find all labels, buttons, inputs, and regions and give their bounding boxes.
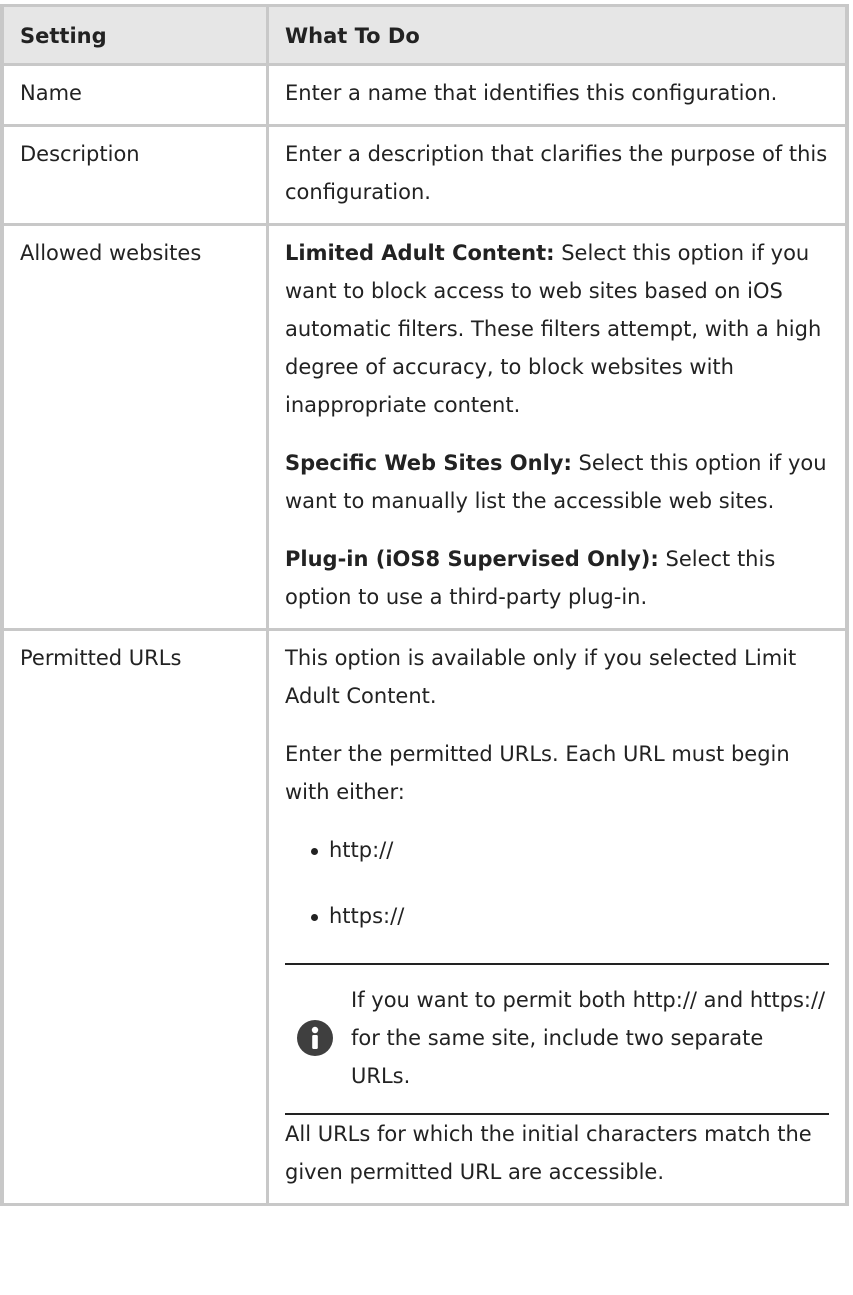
note-text: If you want to permit both http:// and h… (351, 988, 826, 1088)
list-item: http:// (311, 831, 829, 869)
url-prefix-list: http:// https:// (285, 831, 829, 935)
permitted-intro: This option is available only if you sel… (285, 646, 797, 708)
option-label: Limited Adult Content: (285, 241, 555, 265)
option-plug-in: Plug-in (iOS8 Supervised Only): Select t… (285, 540, 829, 616)
info-icon (297, 1020, 333, 1056)
table-header-row: Setting What To Do (0, 4, 849, 66)
list-item: https:// (311, 897, 829, 935)
table-row-permitted-urls: Permitted URLs This option is available … (0, 628, 849, 1206)
permitted-closing: All URLs for which the initial character… (285, 1122, 812, 1184)
what-to-do-name: Enter a name that identifies this config… (266, 63, 849, 127)
url-prefix: http:// (329, 838, 394, 862)
what-to-do-description: Enter a description that clarifies the p… (266, 124, 849, 226)
bullet-icon (311, 914, 318, 921)
option-specific-web-sites: Specific Web Sites Only: Select this opt… (285, 444, 829, 520)
setting-allowed-websites: Allowed websites (0, 223, 269, 631)
url-prefix: https:// (329, 904, 405, 928)
description-instruction: Enter a description that clarifies the p… (285, 142, 828, 204)
table-row-description: Description Enter a description that cla… (0, 124, 849, 226)
name-instruction: Enter a name that identifies this config… (285, 81, 778, 105)
setting-description: Description (0, 124, 269, 226)
what-to-do-allowed-websites: Limited Adult Content: Select this optio… (266, 223, 849, 631)
option-label: Plug-in (iOS8 Supervised Only): (285, 547, 659, 571)
settings-table: Setting What To Do Name Enter a name tha… (0, 4, 849, 1206)
option-description: Select this option if you want to block … (285, 241, 822, 417)
what-to-do-permitted-urls: This option is available only if you sel… (266, 628, 849, 1206)
info-glyph (311, 1026, 319, 1049)
column-header-setting: Setting (0, 4, 269, 66)
table-row-name: Name Enter a name that identifies this c… (0, 63, 849, 127)
option-label: Specific Web Sites Only: (285, 451, 572, 475)
info-note: If you want to permit both http:// and h… (285, 963, 829, 1115)
option-limited-adult-content: Limited Adult Content: Select this optio… (285, 234, 829, 424)
setting-name: Name (0, 63, 269, 127)
column-header-what-to-do: What To Do (266, 4, 849, 66)
setting-permitted-urls: Permitted URLs (0, 628, 269, 1206)
bullet-icon (311, 848, 318, 855)
table-row-allowed-websites: Allowed websites Limited Adult Content: … (0, 223, 849, 631)
permitted-instruction: Enter the permitted URLs. Each URL must … (285, 742, 790, 804)
